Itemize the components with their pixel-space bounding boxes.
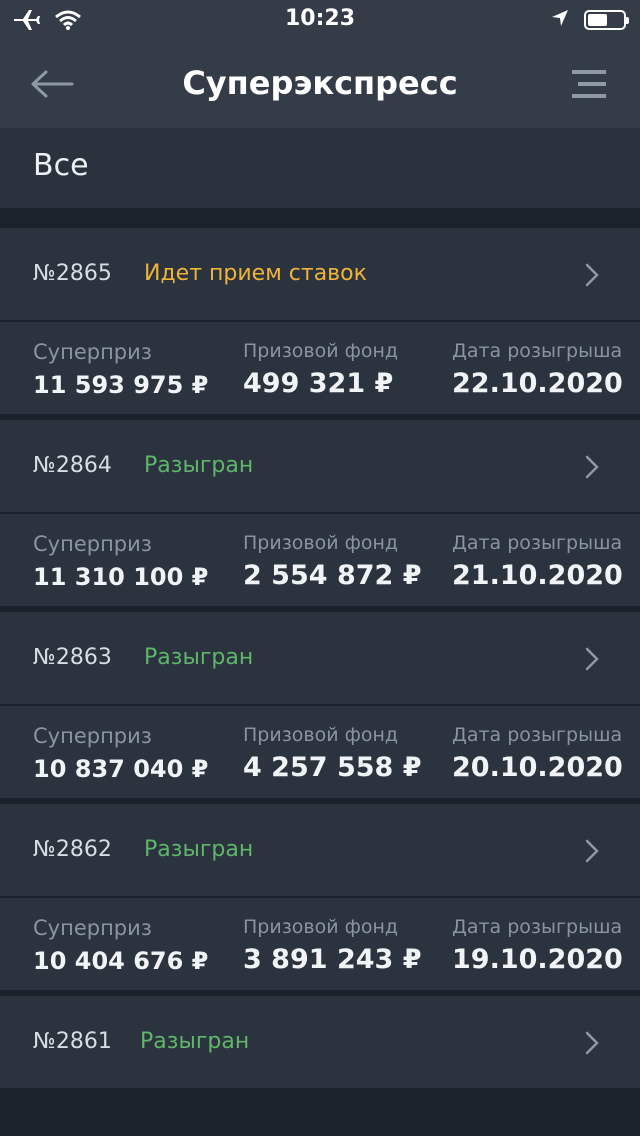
draw-number: №2862: [33, 837, 112, 862]
superprize-column: Суперприз 10 404 676 ₽: [33, 916, 208, 975]
draw-details: Суперприз 10 837 040 ₽ Призовой фонд 4 2…: [0, 706, 640, 798]
draw-number: №2863: [33, 645, 112, 670]
status-right: [550, 8, 629, 32]
superprize-column: Суперприз 11 310 100 ₽: [33, 532, 208, 591]
superprize-value: 11 593 975 ₽: [33, 371, 209, 399]
draw-status: Разыгран: [144, 645, 254, 670]
location-icon: [550, 8, 570, 32]
draw-card[interactable]: №2864 Разыгран Суперприз 11 310 100 ₽ Пр…: [0, 420, 640, 606]
fund-column: Призовой фонд 2 554 872 ₽: [243, 532, 422, 591]
draw-header[interactable]: №2861 Разыгран: [0, 996, 640, 1088]
draw-status: Разыгран: [144, 837, 254, 862]
superprize-label: Суперприз: [33, 916, 152, 940]
date-label: Дата розыгрыша: [452, 340, 623, 362]
fund-label: Призовой фонд: [243, 340, 399, 362]
superprize-value: 11 310 100 ₽: [33, 563, 209, 591]
filter-label: Все: [33, 148, 89, 183]
draw-number: №2864: [33, 453, 112, 478]
superprize-label: Суперприз: [33, 532, 152, 556]
fund-label: Призовой фонд: [243, 916, 399, 938]
fund-label: Призовой фонд: [243, 532, 399, 554]
draw-header[interactable]: №2863 Разыгран: [0, 612, 640, 706]
superprize-label: Суперприз: [33, 340, 152, 364]
date-column: Дата розыгрыша 19.10.2020: [452, 916, 623, 975]
draw-details: Суперприз 11 310 100 ₽ Призовой фонд 2 5…: [0, 514, 640, 606]
draw-card[interactable]: №2865 Идет прием ставок Суперприз 11 593…: [0, 228, 640, 414]
draw-details: Суперприз 10 404 676 ₽ Призовой фонд 3 8…: [0, 898, 640, 990]
fund-value: 499 321 ₽: [243, 368, 394, 399]
chevron-right-icon: [585, 839, 599, 863]
date-label: Дата розыгрыша: [452, 916, 623, 938]
date-value: 20.10.2020: [452, 752, 623, 783]
draw-number: №2861: [33, 1029, 112, 1054]
fund-column: Призовой фонд 3 891 243 ₽: [243, 916, 422, 975]
battery-icon: [584, 10, 629, 30]
page-title: Суперэкспресс: [182, 64, 458, 102]
nav-bar: Суперэкспресс: [0, 40, 640, 128]
draw-details: Суперприз 11 593 975 ₽ Призовой фонд 499…: [0, 322, 640, 414]
chevron-right-icon: [585, 455, 599, 479]
date-column: Дата розыгрыша 21.10.2020: [452, 532, 623, 591]
date-label: Дата розыгрыша: [452, 724, 623, 746]
draw-header[interactable]: №2862 Разыгран: [0, 804, 640, 898]
date-column: Дата розыгрыша 22.10.2020: [452, 340, 623, 399]
status-bar: 10:23: [0, 0, 640, 40]
menu-icon: [572, 70, 606, 98]
draw-header[interactable]: №2865 Идет прием ставок: [0, 228, 640, 322]
fund-value: 3 891 243 ₽: [243, 944, 422, 975]
draw-card[interactable]: №2862 Разыгран Суперприз 10 404 676 ₽ Пр…: [0, 804, 640, 990]
draw-card[interactable]: №2863 Разыгран Суперприз 10 837 040 ₽ Пр…: [0, 612, 640, 798]
status-time: 10:23: [284, 6, 356, 31]
date-value: 22.10.2020: [452, 368, 623, 399]
superprize-value: 10 837 040 ₽: [33, 755, 209, 783]
draw-status: Идет прием ставок: [144, 261, 367, 286]
draw-card[interactable]: №2861 Разыгран: [0, 996, 640, 1088]
filter-bar[interactable]: Все: [0, 128, 640, 208]
draw-number: №2865: [33, 261, 112, 286]
fund-column: Призовой фонд 4 257 558 ₽: [243, 724, 422, 783]
date-value: 21.10.2020: [452, 560, 623, 591]
date-label: Дата розыгрыша: [452, 532, 623, 554]
date-value: 19.10.2020: [452, 944, 623, 975]
superprize-value: 10 404 676 ₽: [33, 947, 209, 975]
fund-column: Призовой фонд 499 321 ₽: [243, 340, 398, 399]
menu-button[interactable]: [570, 66, 610, 102]
fund-value: 4 257 558 ₽: [243, 752, 422, 783]
chevron-right-icon: [585, 1031, 599, 1055]
draw-header[interactable]: №2864 Разыгран: [0, 420, 640, 514]
draw-status: Разыгран: [140, 1029, 250, 1054]
chevron-right-icon: [585, 647, 599, 671]
superprize-label: Суперприз: [33, 724, 152, 748]
date-column: Дата розыгрыша 20.10.2020: [452, 724, 623, 783]
fund-label: Призовой фонд: [243, 724, 399, 746]
superprize-column: Суперприз 11 593 975 ₽: [33, 340, 208, 399]
superprize-column: Суперприз 10 837 040 ₽: [33, 724, 208, 783]
draw-list: №2865 Идет прием ставок Суперприз 11 593…: [0, 228, 640, 1094]
draw-status: Разыгран: [144, 453, 254, 478]
chevron-right-icon: [585, 263, 599, 287]
fund-value: 2 554 872 ₽: [243, 560, 422, 591]
